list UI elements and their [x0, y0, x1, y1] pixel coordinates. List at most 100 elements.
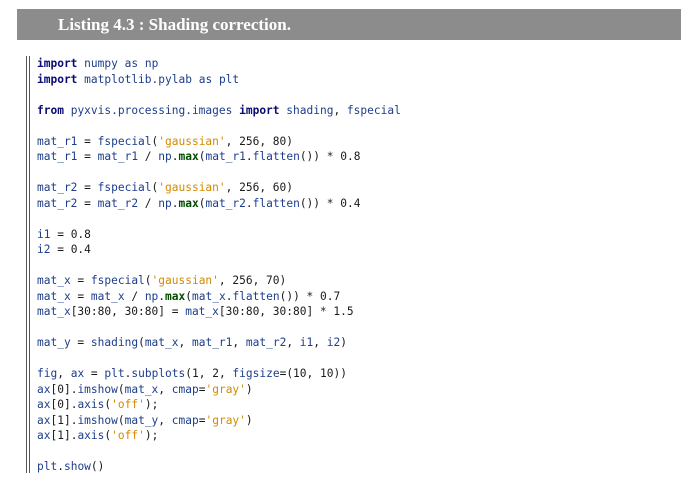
code-token: [1]. [50, 413, 78, 427]
code-token: np [144, 289, 159, 303]
code-token: = [70, 289, 91, 303]
code-line: ax[1].axis('off'); [37, 428, 401, 444]
code-line: import matplotlib.pylab as plt [37, 72, 401, 88]
code-token: 'off' [111, 429, 145, 442]
code-token: 'gaussian' [158, 181, 226, 194]
code-token: pyxvis.processing.images [70, 103, 233, 117]
code-token: show [63, 460, 91, 473]
code-token: [0]. [50, 382, 78, 396]
code-token: max [165, 289, 186, 303]
code-token: ()) * 0.4 [299, 196, 361, 210]
code-token: fspecial [97, 181, 152, 194]
code-token: i2 [37, 243, 51, 256]
code-token: ax [37, 413, 51, 427]
code-token: mat_r1 [97, 150, 139, 163]
code-block: import numpy as np import matplotlib.pyla… [37, 56, 401, 475]
code-token: , [232, 336, 246, 349]
code-token: [30:80, 30:80] = [70, 305, 186, 318]
code-token: , [313, 336, 327, 349]
code-token: mat_r2 [97, 196, 139, 210]
code-token: = [77, 134, 98, 148]
code-token: shading [286, 103, 334, 117]
code-line: mat_x[30:80, 30:80] = mat_x[30:80, 30:80… [37, 304, 401, 320]
code-token: = 0.4 [50, 243, 91, 256]
code-token: fig [37, 367, 58, 380]
code-token: mat_r2 [245, 336, 287, 349]
code-line: mat_y = shading(mat_x, mat_r1, mat_r2, i… [37, 335, 401, 351]
code-token: 'gray' [205, 413, 246, 427]
code-token: i2 [326, 336, 341, 349]
code-token: mat_x [185, 305, 219, 318]
code-token: 'gaussian' [151, 274, 219, 287]
code-token: cmap [171, 413, 199, 427]
code-token: mat_r1 [37, 150, 78, 163]
code-token: mat_y [37, 336, 71, 349]
code-token: , [333, 103, 347, 117]
code-token: mat_x [124, 382, 159, 396]
code-token: ( [138, 336, 145, 349]
code-token: [0]. [50, 398, 78, 411]
code-token: = [84, 367, 105, 380]
code-token: , [158, 382, 172, 396]
code-token: max [178, 196, 199, 210]
code-token: np [144, 57, 159, 70]
code-token: , 256, 80) [225, 134, 293, 148]
code-line: ax[1].imshow(mat_y, cmap='gray') [37, 413, 401, 429]
code-line: ax[0].axis('off'); [37, 397, 401, 413]
code-token: mat_y [124, 413, 159, 427]
code-token: ax [37, 429, 51, 442]
code-line: plt.show() [37, 459, 401, 475]
code-token: . [171, 150, 179, 163]
code-rule-right [29, 56, 30, 473]
code-token: fspecial [97, 134, 152, 148]
code-token: axis [77, 398, 105, 411]
code-token: ax [37, 382, 51, 396]
code-rule-left [26, 56, 27, 473]
code-token: ( [185, 289, 193, 303]
code-line: fig, ax = plt.subplots(1, 2, figsize=(10… [37, 366, 401, 382]
code-token: mat_r2 [37, 196, 78, 210]
code-token: mat_x [37, 289, 71, 303]
code-token: . [57, 460, 64, 473]
code-token: ( [144, 274, 152, 287]
code-token: mat_x [144, 336, 179, 349]
code-token: i1 [37, 227, 51, 241]
code-line: mat_x = mat_x / np.max(mat_x.flatten()) … [37, 289, 401, 305]
code-token: numpy [84, 57, 118, 70]
code-token: , [57, 367, 71, 380]
code-token: flatten [252, 196, 300, 210]
code-token: fspecial [90, 274, 145, 287]
code-line: mat_r2 = mat_r2 / np.max(mat_r2.flatten(… [37, 196, 401, 212]
code-token: shading [90, 336, 139, 349]
code-token: , [178, 336, 192, 349]
code-token: mat_r2 [37, 181, 78, 194]
code-token: axis [77, 429, 105, 442]
code-token: i1 [299, 336, 314, 349]
code-token: import [37, 72, 78, 86]
code-token: mat_r1 [37, 134, 78, 148]
code-token: matplotlib.pylab [84, 72, 192, 86]
code-token: ax [37, 398, 51, 411]
code-token: as [124, 57, 139, 70]
code-token: ax [70, 367, 85, 380]
code-line: from pyxvis.processing.images import sha… [37, 103, 401, 119]
code-token: ); [144, 398, 159, 411]
listing-title: Listing 4.3 : Shading correction. [17, 9, 681, 40]
code-token: . [171, 196, 179, 210]
code-token: = [77, 150, 98, 163]
code-token: 'off' [111, 398, 145, 411]
code-token: mat_x [37, 274, 71, 287]
code-token: subplots [131, 367, 186, 380]
code-token: plt [37, 460, 58, 473]
code-token: cmap [171, 382, 199, 396]
code-token: mat_r1 [191, 336, 233, 349]
code-line: mat_r1 = mat_r1 / np.max(mat_r1.flatten(… [37, 149, 401, 165]
